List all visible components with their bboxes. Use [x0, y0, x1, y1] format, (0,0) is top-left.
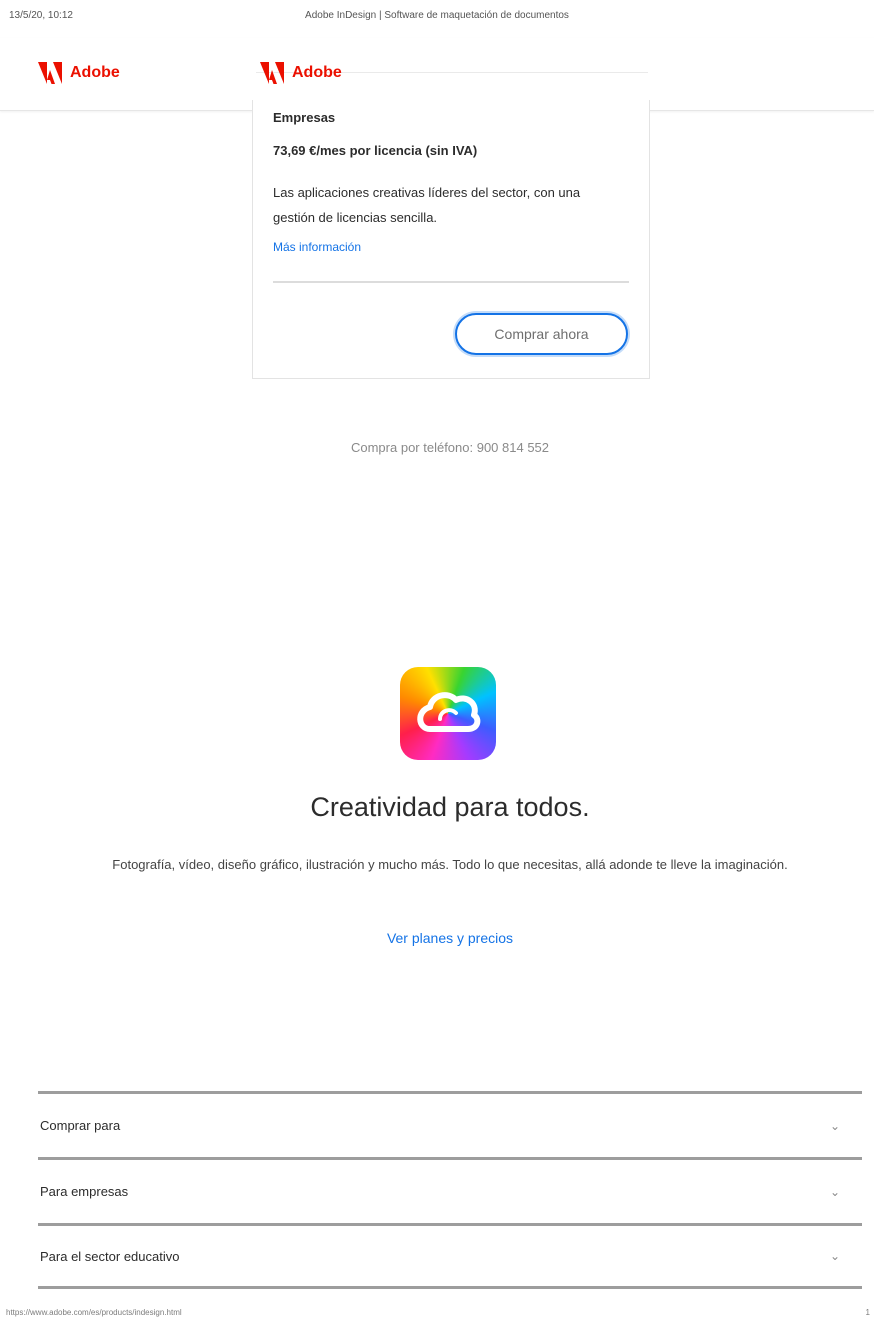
- accordion-para-empresas[interactable]: Para empresas ⌄: [38, 1157, 862, 1223]
- chevron-down-icon: ⌄: [829, 1249, 840, 1263]
- accordion-label: Comprar para: [40, 1118, 121, 1133]
- chevron-down-icon: ⌄: [829, 1118, 840, 1133]
- adobe-logo-link[interactable]: Adobe: [38, 62, 120, 84]
- plans-prices-link[interactable]: Ver planes y precios: [0, 930, 874, 946]
- plan-price: 73,69 €/mes por licencia (sin IVA): [273, 143, 478, 158]
- print-page-title: Adobe InDesign | Software de maquetación…: [305, 10, 569, 21]
- accordion-label: Para empresas: [40, 1184, 129, 1199]
- plan-name: Empresas: [273, 110, 336, 125]
- chevron-down-icon: ⌄: [829, 1184, 840, 1199]
- creative-cloud-icon: [400, 667, 496, 760]
- adobe-logo-text: Adobe: [70, 64, 120, 81]
- phone-purchase-text: Compra por teléfono: 900 814 552: [350, 440, 550, 455]
- print-url: https://www.adobe.com/es/products/indesi…: [6, 1308, 182, 1317]
- plan-card: Empresas 73,69 €/mes por licencia (sin I…: [252, 100, 650, 379]
- adobe-logo-icon: [38, 62, 62, 84]
- card-divider: [273, 281, 629, 283]
- accordion-sector-educativo[interactable]: Para el sector educativo ⌄: [38, 1223, 862, 1289]
- print-page-number: 1: [865, 1308, 870, 1317]
- adobe-logo-icon: [260, 62, 284, 84]
- promo-subtext: Fotografía, vídeo, diseño gráfico, ilust…: [112, 857, 788, 872]
- more-info-link[interactable]: Más información: [273, 240, 361, 254]
- promo-headline: Creatividad para todos.: [310, 792, 590, 822]
- adobe-logo-text: Adobe: [292, 64, 342, 81]
- adobe-logo-link-secondary[interactable]: Adobe: [260, 62, 342, 84]
- buy-now-button[interactable]: Comprar ahora: [455, 313, 628, 355]
- accordion-comprar-para[interactable]: Comprar para ⌄: [38, 1091, 862, 1157]
- plan-description: Las aplicaciones creativas líderes del s…: [273, 185, 581, 225]
- accordion-label: Para el sector educativo: [40, 1248, 180, 1264]
- footer-accordion: Comprar para ⌄ Para empresas ⌄ Para el s…: [38, 1091, 862, 1289]
